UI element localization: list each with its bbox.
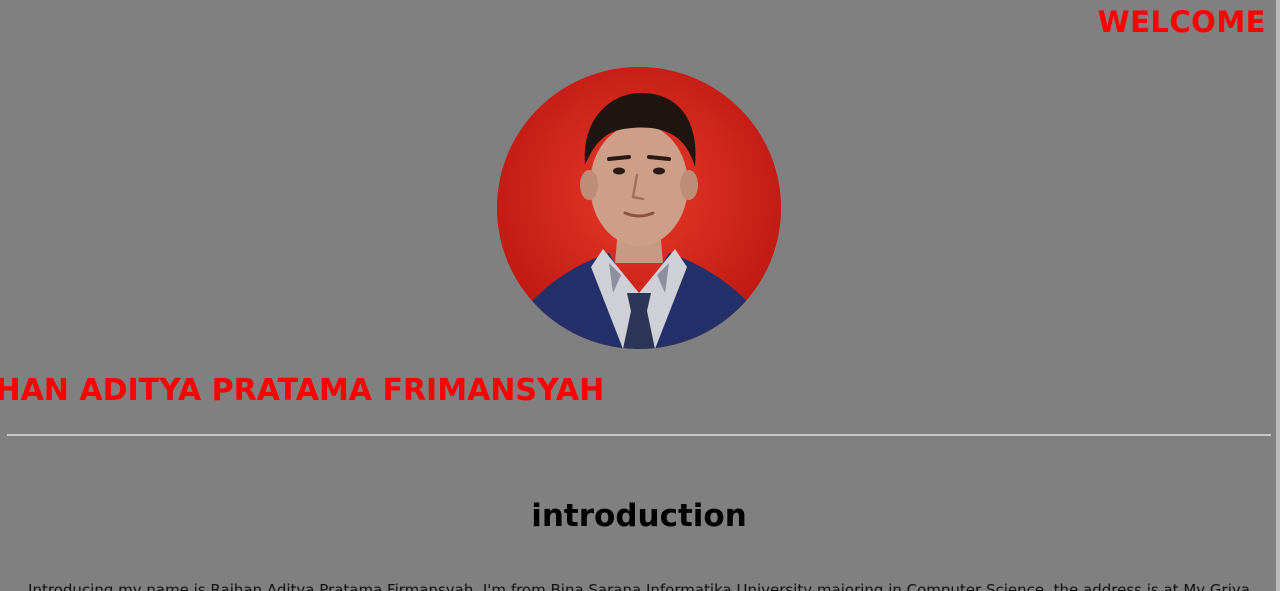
profile-photo bbox=[497, 67, 781, 349]
section-divider bbox=[7, 434, 1271, 436]
introduction-heading: introduction bbox=[531, 498, 747, 534]
welcome-heading: WELCOME bbox=[1097, 5, 1266, 39]
page: WELCOME RAIHAN ADITYA PRATAMA FRIMANSYAH… bbox=[0, 0, 1280, 591]
name-marquee: RAIHAN ADITYA PRATAMA FRIMANSYAH bbox=[0, 372, 1276, 412]
introduction-text: Introducing my name is Raihan Aditya Pra… bbox=[28, 581, 1250, 591]
portrait-image bbox=[497, 67, 781, 349]
full-name-text: RAIHAN ADITYA PRATAMA FRIMANSYAH bbox=[0, 373, 605, 408]
